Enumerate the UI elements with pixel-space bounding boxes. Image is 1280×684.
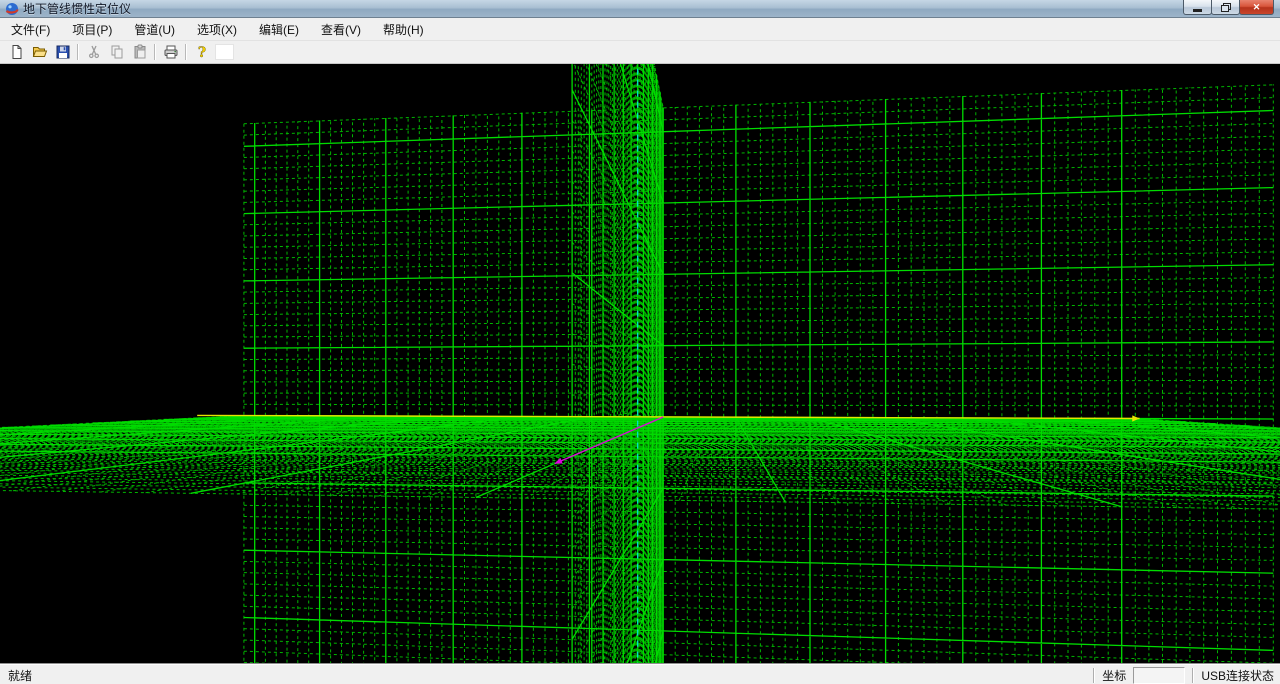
menu-item-7[interactable]: 帮助(H): [372, 18, 435, 40]
grid-lines: [0, 64, 1280, 663]
coordinate-label: 坐标: [1102, 667, 1126, 684]
status-divider: [1093, 668, 1095, 683]
blank-box-button: [213, 41, 236, 63]
title-bar[interactable]: 地下管线惯性定位仪 ✕: [0, 0, 1280, 18]
menu-item-4[interactable]: 选项(X): [186, 18, 248, 40]
minimize-button[interactable]: [1183, 0, 1212, 15]
usb-status-label: USB连接状态: [1201, 667, 1278, 684]
toolbar-separator: [185, 44, 187, 60]
close-button[interactable]: ✕: [1239, 0, 1274, 15]
print-icon: [163, 44, 179, 60]
copy-icon: [109, 44, 125, 60]
toolbar: ?: [0, 41, 1280, 64]
status-divider: [1192, 668, 1194, 683]
menu-item-2[interactable]: 项目(P): [61, 18, 123, 40]
window-controls: ✕: [1184, 0, 1274, 15]
status-ready-text: 就绪: [8, 667, 32, 684]
coordinate-value-box: [1133, 667, 1185, 684]
status-right-group: 坐标 USB连接状态: [1093, 667, 1278, 684]
save-icon: [55, 44, 71, 60]
restore-icon: [1221, 3, 1230, 11]
toolbar-separator: [77, 44, 79, 60]
window-title: 地下管线惯性定位仪: [23, 0, 131, 17]
app-icon: [5, 2, 19, 16]
new-document-button[interactable]: [5, 41, 28, 63]
restore-button[interactable]: [1211, 0, 1240, 15]
paste-button: [128, 41, 151, 63]
paste-icon: [132, 44, 148, 60]
new-document-icon: [9, 44, 25, 60]
help-button[interactable]: ?: [190, 41, 213, 63]
3d-viewport[interactable]: [0, 64, 1280, 663]
cut-icon: [86, 44, 102, 60]
svg-text:?: ?: [197, 45, 205, 60]
help-icon: ?: [194, 44, 210, 60]
app-window: 地下管线惯性定位仪 ✕ 文件(F)项目(P)管道(U)选项(X)编辑(E)查看(…: [0, 0, 1280, 684]
3d-view-container: [0, 64, 1280, 663]
menu-item-6[interactable]: 查看(V): [310, 18, 372, 40]
minimize-icon: [1193, 9, 1202, 12]
close-icon: ✕: [1253, 2, 1261, 13]
menu-item-5[interactable]: 编辑(E): [248, 18, 310, 40]
cut-button: [82, 41, 105, 63]
toolbar-separator: [154, 44, 156, 60]
blank-box: [215, 44, 234, 60]
menu-bar: 文件(F)项目(P)管道(U)选项(X)编辑(E)查看(V)帮助(H): [0, 18, 1280, 41]
copy-button: [105, 41, 128, 63]
menu-item-1[interactable]: 文件(F): [0, 18, 61, 40]
print-button[interactable]: [159, 41, 182, 63]
open-folder-button[interactable]: [28, 41, 51, 63]
open-folder-icon: [32, 44, 48, 60]
save-button[interactable]: [51, 41, 74, 63]
status-bar: 就绪 坐标 USB连接状态: [0, 663, 1280, 684]
menu-item-3[interactable]: 管道(U): [123, 18, 186, 40]
